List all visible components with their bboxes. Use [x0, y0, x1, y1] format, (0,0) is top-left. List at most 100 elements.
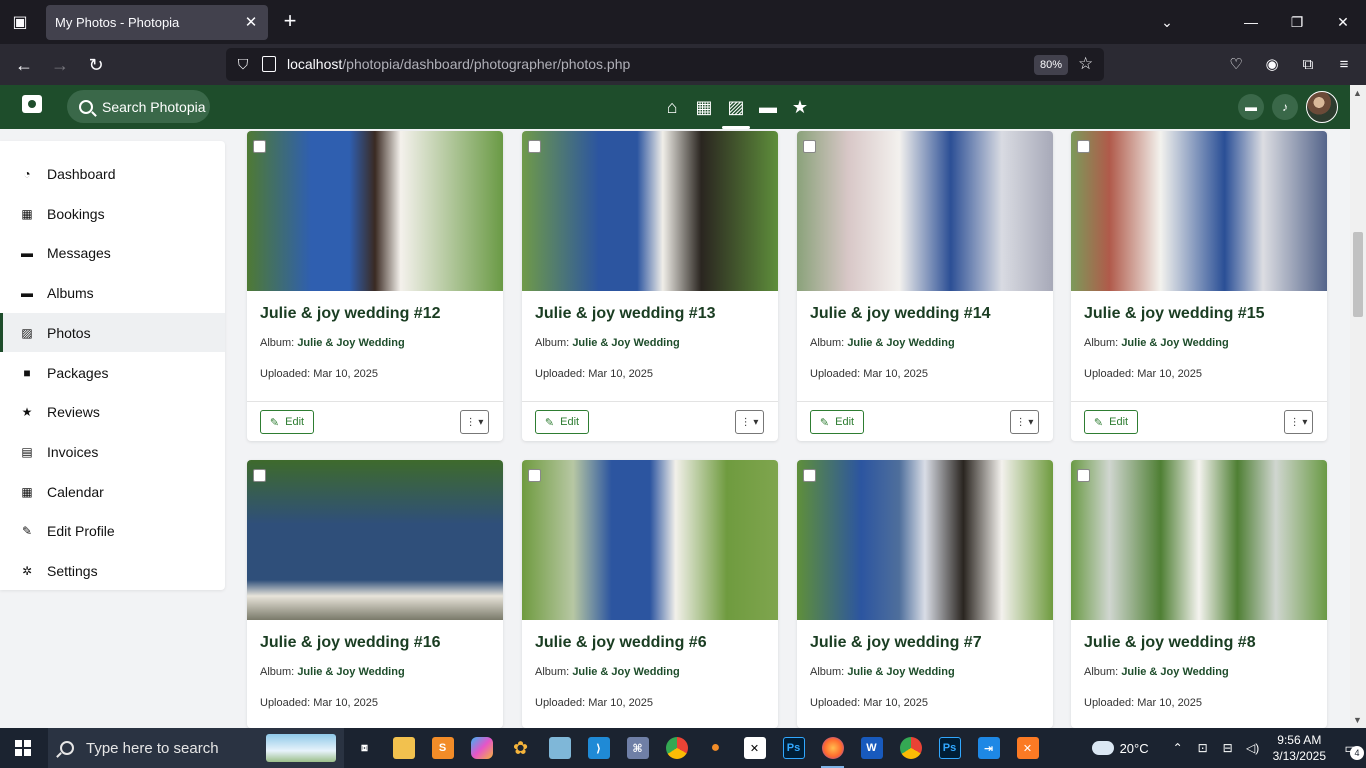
home-icon[interactable]: ⌂	[660, 93, 684, 121]
shield-icon[interactable]: ⛉	[234, 55, 252, 73]
restore-icon[interactable]: ❐	[1274, 0, 1320, 44]
search-button[interactable]: Search Photopia	[67, 90, 210, 123]
select-checkbox[interactable]	[803, 140, 816, 153]
photo-thumbnail[interactable]	[522, 131, 778, 291]
vscode-icon[interactable]: ⟩	[579, 728, 618, 768]
album-link[interactable]: Julie & Joy Wedding	[1121, 337, 1228, 349]
album-link[interactable]: Julie & Joy Wedding	[572, 337, 679, 349]
back-icon[interactable]: ←	[11, 52, 37, 78]
photo-thumbnail[interactable]	[247, 131, 503, 291]
minimize-icon[interactable]: —	[1228, 0, 1274, 44]
select-checkbox[interactable]	[1077, 469, 1090, 482]
album-link[interactable]: Julie & Joy Wedding	[297, 337, 404, 349]
close-window-icon[interactable]: ✕	[1320, 0, 1366, 44]
page-scrollbar[interactable]: ▲ ▼	[1350, 85, 1366, 728]
firefox-icon[interactable]	[813, 728, 852, 768]
word-icon[interactable]: W	[852, 728, 891, 768]
scroll-up-icon[interactable]: ▲	[1353, 88, 1362, 98]
app-icon[interactable]: ✿	[501, 728, 540, 768]
messages-icon[interactable]: ▬	[1238, 94, 1264, 120]
taskbar-search[interactable]: Type here to search	[48, 728, 344, 768]
select-checkbox[interactable]	[253, 469, 266, 482]
images-icon[interactable]: ▨	[722, 93, 750, 129]
volume-icon[interactable]: ◁)	[1242, 737, 1264, 759]
edit-button[interactable]: ✎ Edit	[1084, 410, 1138, 434]
album-link[interactable]: Julie & Joy Wedding	[847, 666, 954, 678]
chevron-up-icon[interactable]: ⌃	[1167, 737, 1189, 759]
chrome-dev-icon[interactable]	[891, 728, 930, 768]
microphone-icon[interactable]: ●	[696, 728, 735, 768]
calendar-check-icon[interactable]: ▦	[692, 93, 716, 121]
sidebar-item-settings[interactable]: ✲ Settings	[0, 551, 225, 590]
more-options-button[interactable]: ⋮ ▾	[735, 410, 764, 434]
sidebar-item-photos[interactable]: ▨ Photos	[0, 313, 225, 352]
capcut-icon[interactable]: ✕	[735, 728, 774, 768]
album-link[interactable]: Julie & Joy Wedding	[572, 666, 679, 678]
new-tab-button[interactable]: +	[279, 10, 301, 33]
bell-icon[interactable]: ♪	[1272, 94, 1298, 120]
photoshop-icon-2[interactable]: Ps	[930, 728, 969, 768]
sidebar-item-dashboard[interactable]: ◔ Dashboard	[0, 154, 225, 193]
photo-thumbnail[interactable]	[247, 460, 503, 620]
scroll-thumb[interactable]	[1353, 232, 1363, 317]
more-options-button[interactable]: ⋮ ▾	[1010, 410, 1039, 434]
scroll-down-icon[interactable]: ▼	[1353, 715, 1362, 725]
remote-app-icon[interactable]: ⇥	[969, 728, 1008, 768]
photo-thumbnail[interactable]	[522, 460, 778, 620]
photo-thumbnail[interactable]	[1071, 460, 1327, 620]
device-icon[interactable]: ⊡	[1192, 737, 1214, 759]
copilot-icon[interactable]	[462, 728, 501, 768]
reload-icon[interactable]: ↻	[83, 52, 109, 78]
select-checkbox[interactable]	[528, 469, 541, 482]
close-tab-icon[interactable]: ✕	[242, 13, 260, 31]
task-view-icon[interactable]: ⧈	[345, 728, 384, 768]
extensions-icon[interactable]: ⧉	[1296, 52, 1320, 76]
notifications-icon[interactable]: ▭4	[1336, 728, 1366, 768]
zoom-level[interactable]: 80%	[1034, 55, 1069, 75]
select-checkbox[interactable]	[253, 140, 266, 153]
account-icon[interactable]: ◉	[1260, 52, 1284, 76]
select-checkbox[interactable]	[803, 469, 816, 482]
folder-icon[interactable]: ▬	[756, 93, 780, 121]
start-button[interactable]	[0, 728, 46, 768]
edit-button[interactable]: ✎ Edit	[260, 410, 314, 434]
menu-icon[interactable]: ≡	[1332, 52, 1356, 76]
sidebar-item-bookings[interactable]: ▦ Bookings	[0, 194, 225, 233]
photo-thumbnail[interactable]	[1071, 131, 1327, 291]
xampp-icon[interactable]: ✕	[1008, 728, 1047, 768]
sidebar-item-edit-profile[interactable]: ✎ Edit Profile	[0, 511, 225, 550]
sidebar-item-messages[interactable]: ▬ Messages	[0, 233, 225, 272]
sidebar-item-calendar[interactable]: ▦ Calendar	[0, 472, 225, 511]
album-link[interactable]: Julie & Joy Wedding	[847, 337, 954, 349]
more-options-button[interactable]: ⋮ ▾	[1284, 410, 1313, 434]
edit-button[interactable]: ✎ Edit	[535, 410, 589, 434]
album-link[interactable]: Julie & Joy Wedding	[1121, 666, 1228, 678]
weather-widget[interactable]: 20°C	[1091, 741, 1149, 756]
select-checkbox[interactable]	[1077, 140, 1090, 153]
sidebar-item-reviews[interactable]: ★ Reviews	[0, 392, 225, 431]
avatar[interactable]	[1306, 91, 1338, 123]
more-options-button[interactable]: ⋮ ▾	[460, 410, 489, 434]
photoshop-icon[interactable]: Ps	[774, 728, 813, 768]
bookmark-star-icon[interactable]: ☆	[1078, 54, 1093, 74]
sublime-text-icon[interactable]: S	[423, 728, 462, 768]
network-app-icon[interactable]: ⌘	[618, 728, 657, 768]
star-icon[interactable]: ★	[788, 93, 812, 121]
pocket-icon[interactable]: ♡	[1224, 52, 1248, 76]
tabs-dropdown-icon[interactable]: ⌄	[1157, 12, 1177, 32]
sidebar-item-invoices[interactable]: ▤ Invoices	[0, 432, 225, 471]
network-icon[interactable]: ⊟	[1217, 737, 1239, 759]
address-bar[interactable]: ⛉ localhost/photopia/dashboard/photograp…	[226, 48, 1104, 81]
file-explorer-icon[interactable]	[384, 728, 423, 768]
sidebar-item-albums[interactable]: ▬ Albums	[0, 273, 225, 312]
select-checkbox[interactable]	[528, 140, 541, 153]
chrome-icon[interactable]	[657, 728, 696, 768]
forward-icon[interactable]: →	[47, 52, 73, 78]
sidebar-item-packages[interactable]: ■ Packages	[0, 353, 225, 392]
notepad-icon[interactable]	[540, 728, 579, 768]
album-link[interactable]: Julie & Joy Wedding	[297, 666, 404, 678]
browser-tab[interactable]: My Photos - Photopia ✕	[46, 5, 268, 40]
camera-logo-icon[interactable]	[22, 95, 42, 113]
clock[interactable]: 9:56 AM 3/13/2025	[1273, 732, 1326, 764]
photo-thumbnail[interactable]	[797, 131, 1053, 291]
